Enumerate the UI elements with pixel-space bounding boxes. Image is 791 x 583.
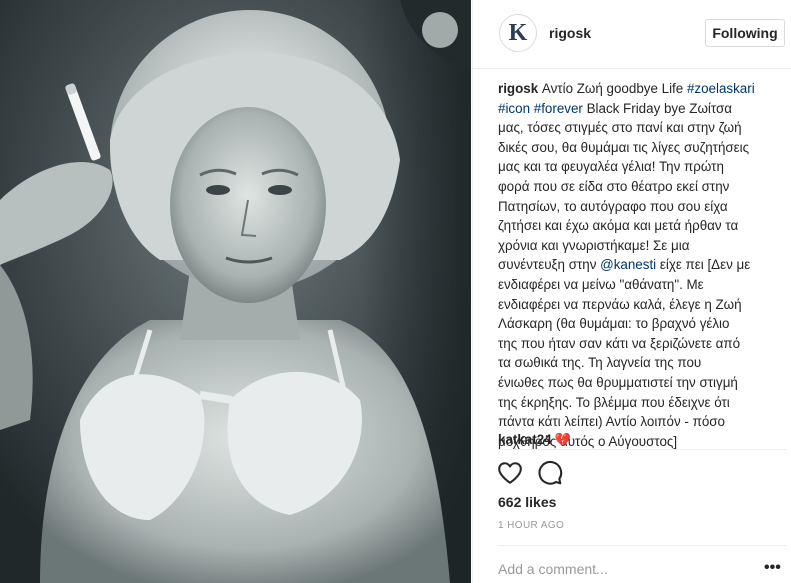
caption-text: Λάσκαρη (θα θυμάμαι: το βραχνό γέλιο: [498, 316, 730, 332]
caption-text: Πατησίων, το αυτόγραφο που σου είχα: [498, 198, 728, 214]
post-side-panel: K rigosk Following rigosk Αντίο Ζωή good…: [472, 0, 791, 583]
caption-line: μας και τα φευγαλέα γέλια! Την πρώτη: [498, 157, 788, 177]
speech-bubble-icon[interactable]: [537, 460, 563, 486]
post-timestamp[interactable]: 1 HOUR AGO: [498, 520, 564, 531]
caption-line: φορά που σε είδα στο θέατρο εκεί στην: [498, 177, 788, 197]
comment-box: •••: [498, 545, 787, 583]
caption-line: της έκρηξης. Το βλέμμα που έδειχνε ότι: [498, 393, 788, 413]
caption-line: ενδιαφέρει να μείνω "αθάνατη". Με: [498, 275, 788, 295]
hashtag-link[interactable]: #forever: [534, 101, 583, 116]
caption-text: ζητήσει και έχω ακόμα και μετά ήρθαν τα: [498, 218, 739, 234]
caption-text: μας, τόσες στιγμές στο πανί και στην ζωή: [498, 120, 742, 136]
caption-line: ζητήσει και έχω ακόμα και μετά ήρθαν τα: [498, 216, 788, 236]
caption-line: τα σωθικά της. Τη λαγνεία της που: [498, 353, 788, 373]
caption-text: της έκρηξης. Το βλέμμα που έδειχνε ότι: [498, 394, 730, 410]
comment-username[interactable]: katkat24: [498, 432, 552, 447]
caption-text: Αντίο Ζωή goodbye Life: [541, 81, 687, 96]
caption-line: Πατησίων, το αυτόγραφο που σου είχα: [498, 197, 788, 217]
caption-text: συνέντευξη στην: [498, 257, 601, 273]
mention-link[interactable]: @kanesti: [600, 257, 656, 272]
caption-line: #icon #forever Black Friday bye Ζωίτσα: [498, 99, 788, 119]
caption-line: της που ήταν σαν κάτι να ξεριζώνετε από: [498, 334, 788, 354]
caption-line: συνέντευξη στην @kanesti είχε πει [Δεν μ…: [498, 255, 788, 275]
hashtag-link[interactable]: #icon: [498, 101, 530, 116]
caption-text: δικές σου, θα θυμάμαι τις λίγες συζητήσε…: [498, 139, 750, 155]
caption-line: μας, τόσες στιγμές στο πανί και στην ζωή: [498, 118, 788, 138]
actions-divider: [498, 449, 787, 450]
caption-text: ένιωθες πως θα θρυμματιστεί την στιγμή: [498, 374, 738, 390]
author-username[interactable]: rigosk: [549, 25, 591, 41]
caption-author[interactable]: rigosk: [498, 81, 538, 96]
caption-text: τα σωθικά της. Τη λαγνεία της που: [498, 355, 702, 371]
comment-row: katkat24 💔: [498, 432, 571, 448]
heart-outline-icon[interactable]: [497, 460, 523, 486]
caption-line: χρόνια και γνωριστήκαμε! Σε μια: [498, 236, 788, 256]
caption-text: είχε πει [Δεν με: [656, 257, 751, 273]
add-comment-input[interactable]: [498, 558, 748, 580]
more-options-icon[interactable]: •••: [764, 560, 781, 576]
caption-line: ένιωθες πως θα θρυμματιστεί την στιγμή: [498, 373, 788, 393]
caption-text: Black Friday bye Ζωίτσα: [582, 100, 733, 116]
likes-count[interactable]: 662 likes: [498, 494, 556, 510]
caption-text: μας και τα φευγαλέα γέλια! Την πρώτη: [498, 159, 724, 175]
hashtag-link[interactable]: #zoelaskari: [687, 81, 755, 96]
broken-heart-emoji: 💔: [554, 432, 571, 447]
post-caption: rigosk Αντίο Ζωή goodbye Life #zoelaskar…: [498, 79, 788, 451]
caption-line: ενδιαφέρει να περνάω καλά, έλεγε η Ζωή: [498, 295, 788, 315]
caption-line: Λάσκαρη (θα θυμάμαι: το βραχνό γέλιο: [498, 314, 788, 334]
avatar-letter: K: [508, 20, 528, 46]
caption-text: ενδιαφέρει να περνάω καλά, έλεγε η Ζωή: [498, 296, 742, 312]
caption-line: δικές σου, θα θυμάμαι τις λίγες συζητήσε…: [498, 138, 788, 158]
caption-line: rigosk Αντίο Ζωή goodbye Life #zoelaskar…: [498, 79, 788, 99]
caption-text: της που ήταν σαν κάτι να ξεριζώνετε από: [498, 335, 741, 351]
photo-of-woman: [0, 0, 471, 583]
avatar[interactable]: K: [499, 14, 537, 52]
caption-text: φορά που σε είδα στο θέατρο εκεί στην: [498, 178, 730, 194]
following-button[interactable]: Following: [705, 19, 785, 47]
post-photo[interactable]: [0, 0, 471, 583]
post-header: K rigosk Following: [473, 0, 791, 69]
caption-line: πάντα κάτι λείπει) Αντίο λοιπόν - πόσο: [498, 412, 788, 432]
caption-text: χρόνια και γνωριστήκαμε! Σε μια: [498, 237, 690, 253]
caption-text: πάντα κάτι λείπει) Αντίο λοιπόν - πόσο: [498, 414, 725, 430]
caption-text: ενδιαφέρει να μείνω "αθάνατη". Με: [498, 276, 704, 292]
